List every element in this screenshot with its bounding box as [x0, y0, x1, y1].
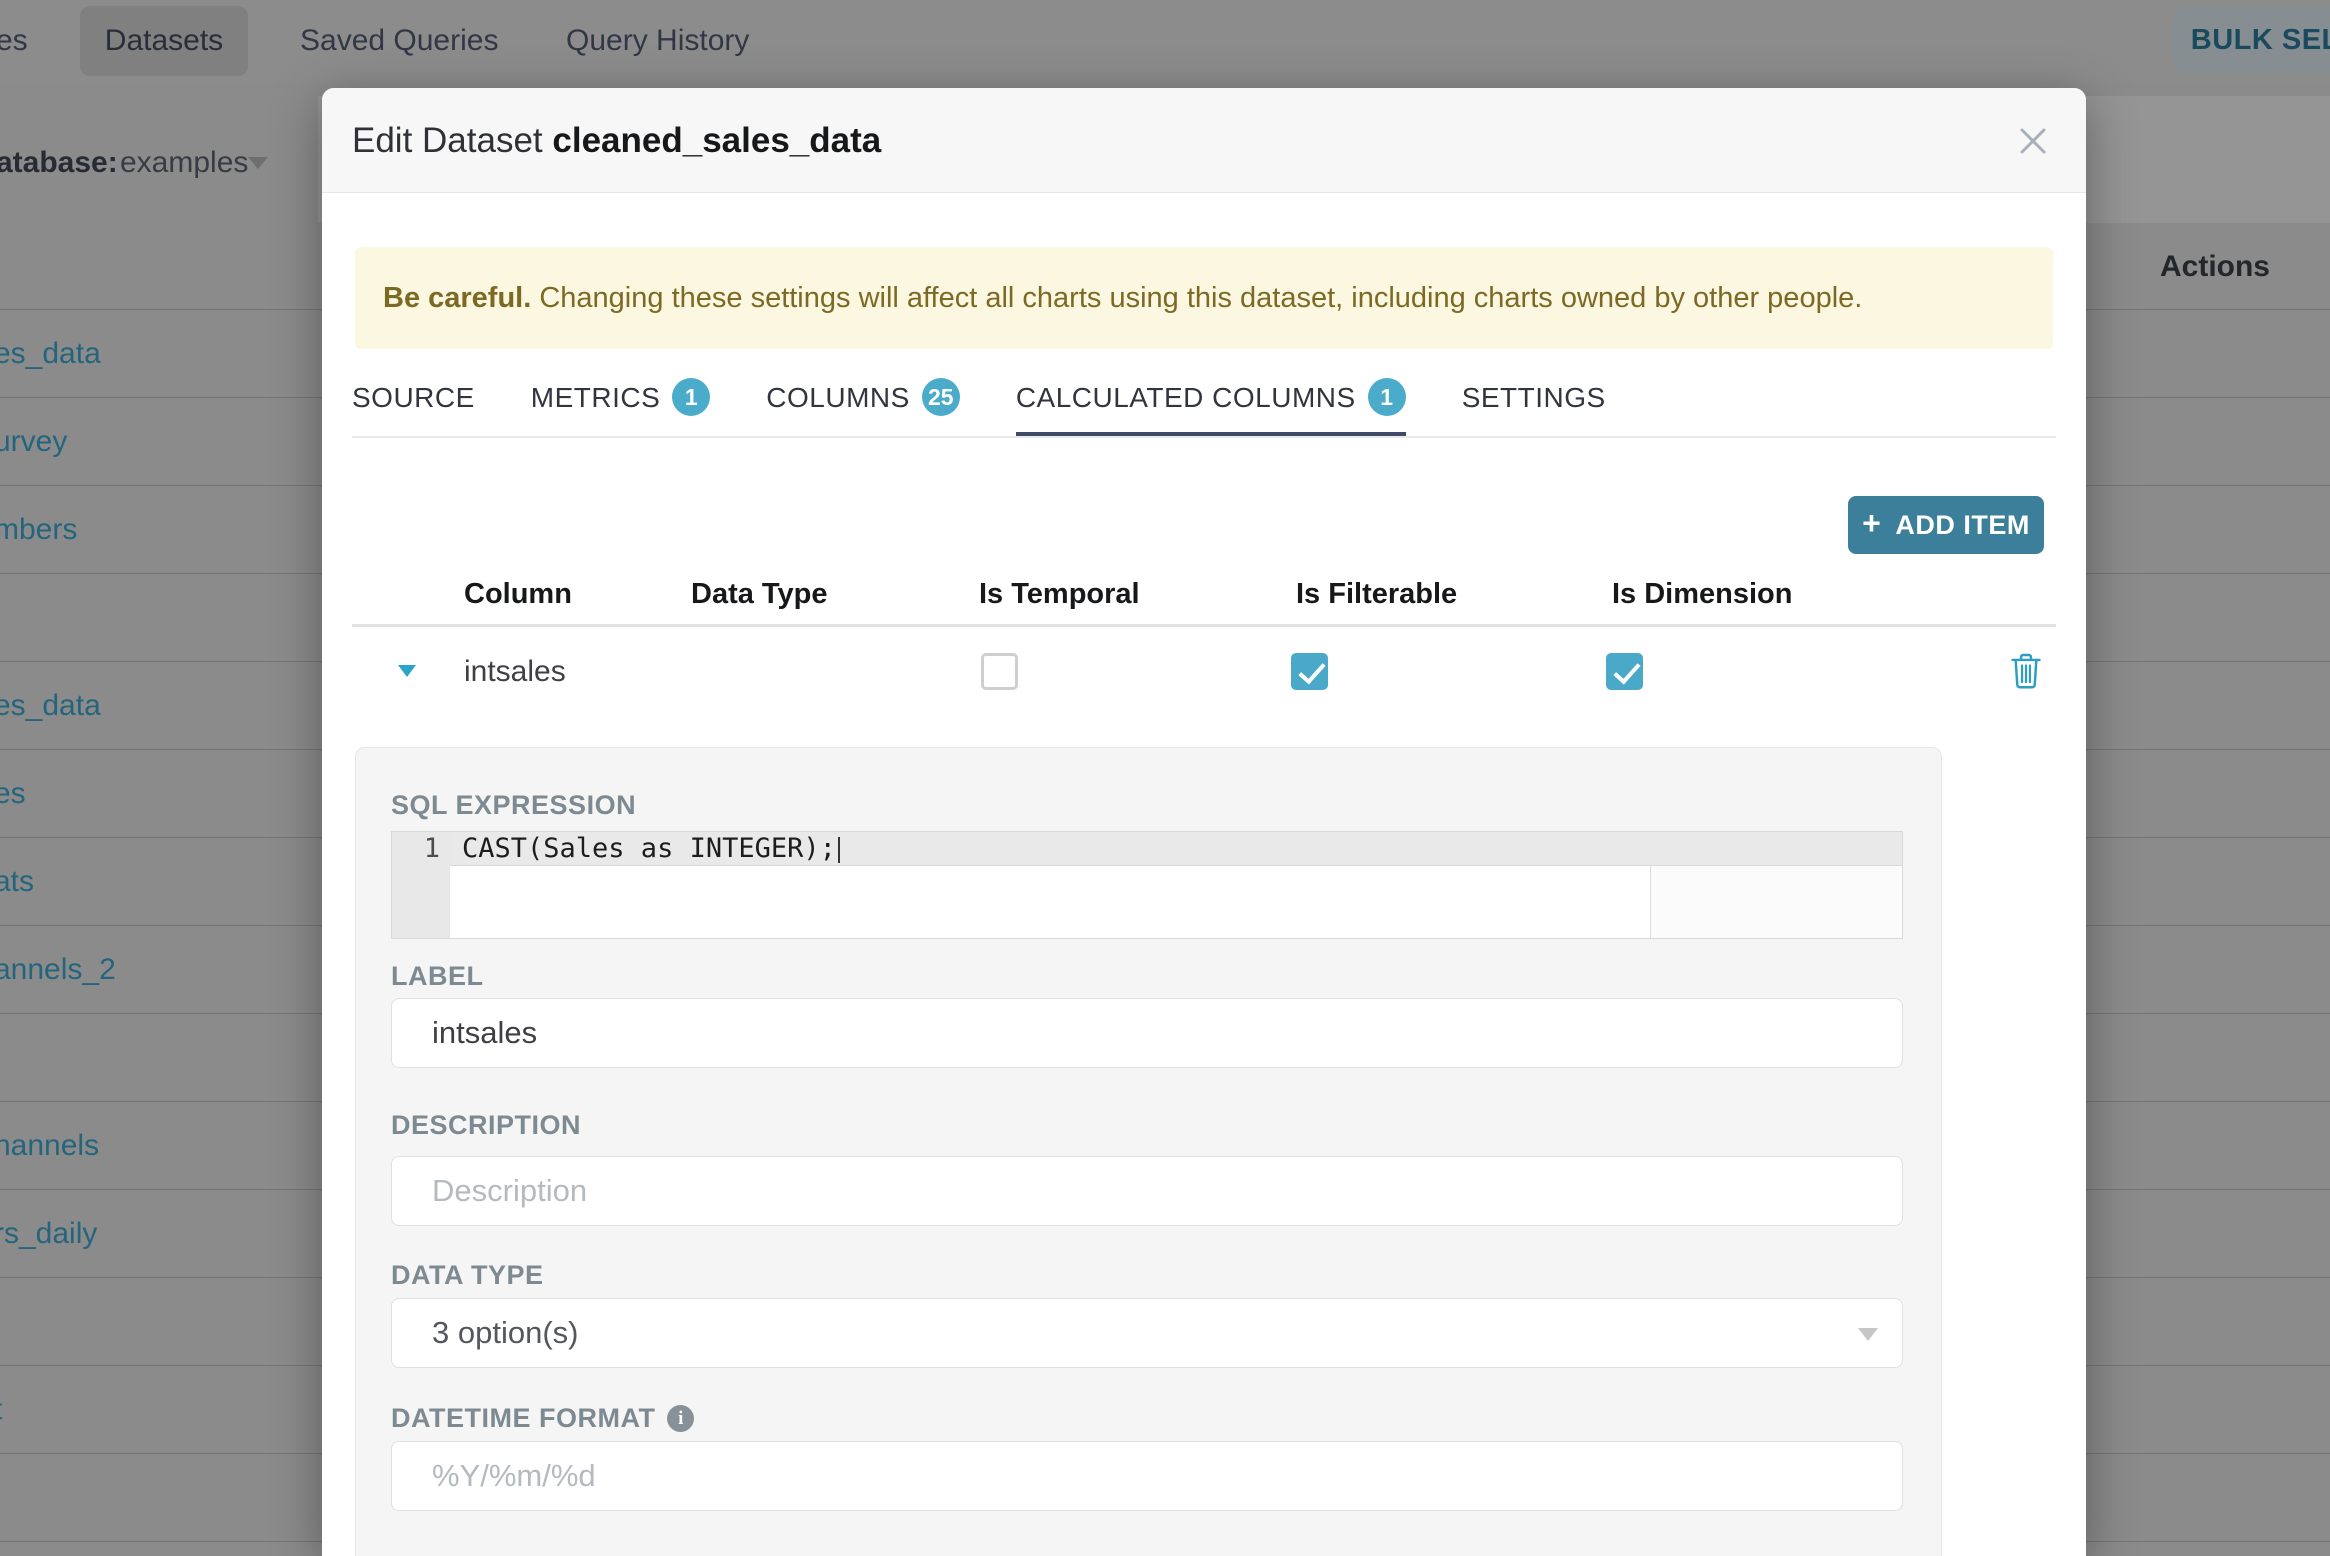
modal-tabs: SOURCE METRICS 1 COLUMNS 25 CALCULATED C…: [352, 378, 1606, 438]
data-type-select[interactable]: 3 option(s): [391, 1298, 1903, 1368]
datetime-format-label-text: DATETIME FORMAT: [391, 1403, 656, 1433]
data-type-value: 3 option(s): [432, 1315, 579, 1350]
close-icon[interactable]: [2014, 122, 2052, 160]
plus-icon: +: [1862, 505, 1882, 541]
th-is-filterable: Is Filterable: [1296, 578, 1458, 610]
modal-title: Edit Dataset cleaned_sales_data: [352, 88, 881, 193]
is-filterable-checkbox[interactable]: [1291, 653, 1328, 690]
tab-source[interactable]: SOURCE: [352, 378, 475, 438]
editor-line-number: 1: [423, 833, 440, 864]
tab-metrics-label: METRICS: [530, 382, 661, 413]
trash-icon[interactable]: [2010, 652, 2042, 690]
label-input[interactable]: intsales: [391, 998, 1903, 1068]
label-field-label: LABEL: [391, 961, 484, 991]
warning-banner-bold: Be careful.: [383, 282, 532, 314]
tab-settings-label: SETTINGS: [1461, 382, 1606, 413]
is-dimension-checkbox[interactable]: [1606, 653, 1643, 690]
select-caret-icon: [1858, 1328, 1878, 1341]
datetime-format-field-label: DATETIME FORMAT i: [391, 1403, 695, 1434]
warning-banner-text: Be careful. Changing these settings will…: [383, 247, 1862, 349]
sql-code-text: CAST(Sales as INTEGER);: [462, 833, 836, 864]
column-edit-panel: SQL EXPRESSION 1 CAST(Sales as INTEGER);…: [355, 747, 1942, 1556]
screen: es Datasets Saved Queries Query History …: [0, 0, 2330, 1556]
th-is-temporal: Is Temporal: [979, 578, 1140, 610]
tab-calculated-columns-badge: 1: [1367, 378, 1406, 416]
edit-dataset-modal: Edit Dataset cleaned_sales_data Be caref…: [322, 88, 2086, 1556]
modal-header: Edit Dataset cleaned_sales_data: [322, 88, 2086, 193]
tab-source-label: SOURCE: [352, 382, 475, 413]
tab-columns-badge: 25: [921, 378, 960, 416]
warning-banner-body: Changing these settings will affect all …: [531, 282, 1863, 314]
sql-expression-label: SQL EXPRESSION: [391, 790, 637, 820]
editor-print-margin: [1650, 866, 1902, 938]
tab-settings[interactable]: SETTINGS: [1462, 378, 1606, 438]
modal-title-dataset-name: cleaned_sales_data: [552, 121, 882, 160]
tab-metrics-badge: 1: [672, 378, 711, 416]
th-column: Column: [464, 578, 572, 610]
sql-expression-editor[interactable]: 1 CAST(Sales as INTEGER);: [391, 831, 1903, 939]
datetime-format-input[interactable]: %Y/%m/%d: [391, 1441, 1903, 1511]
tab-calculated-columns[interactable]: CALCULATED COLUMNS 1: [1015, 378, 1406, 438]
description-input[interactable]: Description: [391, 1156, 1903, 1226]
columns-table-header: Column Data Type Is Temporal Is Filterab…: [322, 564, 2086, 624]
tab-metrics[interactable]: METRICS 1: [531, 378, 711, 438]
tabs-divider: [352, 436, 2056, 438]
editor-code-line: CAST(Sales as INTEGER);: [462, 832, 840, 866]
text-cursor: [837, 836, 840, 863]
tab-calculated-columns-label: CALCULATED COLUMNS: [1015, 382, 1356, 413]
tab-columns-label: COLUMNS: [766, 382, 910, 413]
calculated-column-row: intsales: [322, 627, 2086, 717]
is-temporal-checkbox[interactable]: [981, 653, 1018, 690]
add-item-button[interactable]: + ADD ITEM: [1848, 496, 2044, 554]
info-icon[interactable]: i: [667, 1405, 695, 1432]
column-name: intsales: [464, 655, 566, 688]
warning-banner: Be careful. Changing these settings will…: [355, 247, 2053, 349]
modal-title-prefix: Edit Dataset: [352, 121, 553, 160]
th-data-type: Data Type: [691, 578, 828, 610]
description-field-label: DESCRIPTION: [391, 1110, 582, 1140]
add-item-label: ADD ITEM: [1895, 509, 2030, 540]
data-type-field-label: DATA TYPE: [391, 1260, 544, 1290]
tab-columns[interactable]: COLUMNS 25: [766, 378, 960, 438]
collapse-caret-icon[interactable]: [398, 665, 416, 677]
th-is-dimension: Is Dimension: [1612, 578, 1793, 610]
